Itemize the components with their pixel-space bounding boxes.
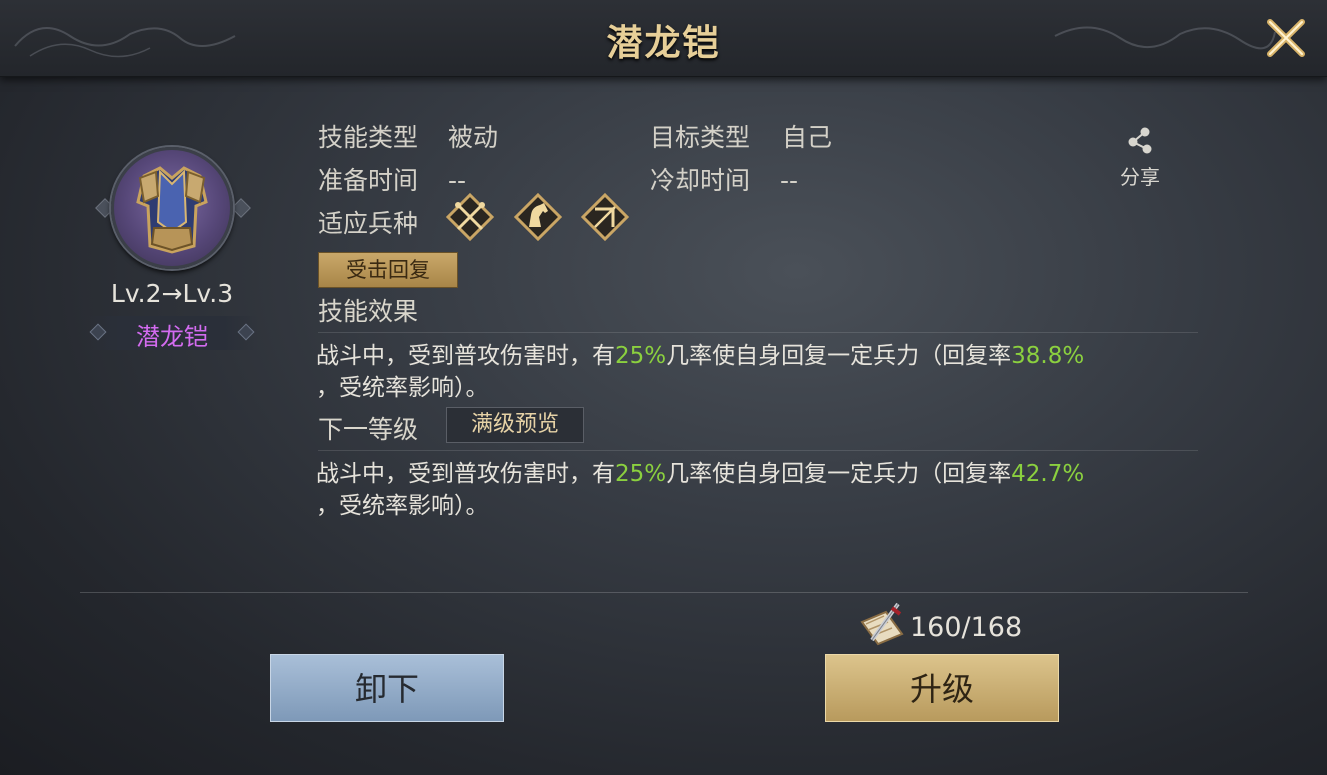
divider <box>318 332 1198 333</box>
target-type-value: 自己 <box>781 123 832 152</box>
effect-chance: 25% <box>615 343 667 369</box>
prep-time-label: 准备时间 <box>318 166 419 195</box>
prep-time-row: 准备时间 -- <box>318 161 466 197</box>
effect-text: 几率使自身回复一定兵力（回复率 <box>666 461 1012 487</box>
effect-text: 战斗中，受到普攻伤害时，有 <box>316 461 615 487</box>
effect-recovery-rate: 38.8% <box>1011 343 1085 369</box>
effect-text: 几率使自身回复一定兵力（回复率 <box>666 343 1012 369</box>
unit-type-label: 适应兵种 <box>318 209 419 238</box>
equipment-portrait <box>95 147 251 277</box>
max-level-preview-button[interactable]: 满级预览 <box>446 407 584 443</box>
close-button[interactable] <box>1258 10 1314 66</box>
page-title: 潜龙铠 <box>606 22 721 64</box>
target-type-row: 目标类型 自己 <box>650 118 832 154</box>
title-bar: 潜龙铠 <box>0 0 1327 77</box>
prep-time-value: -- <box>447 166 467 195</box>
skill-type-label: 技能类型 <box>318 123 419 152</box>
cooldown-row: 冷却时间 -- <box>650 161 798 197</box>
close-icon <box>1267 19 1305 57</box>
upgrade-button[interactable]: 升级 <box>825 654 1059 722</box>
horse-icon <box>514 193 562 241</box>
skill-type-row: 技能类型 被动 <box>318 118 498 154</box>
ornament-diamond <box>231 198 251 218</box>
next-level-heading: 下一等级 <box>318 415 419 444</box>
skill-type-value: 被动 <box>447 123 498 152</box>
effect-heading: 技能效果 <box>318 297 419 326</box>
effect-chance: 25% <box>615 461 667 487</box>
cost-value: 160/168 <box>910 612 1023 643</box>
cooldown-label: 冷却时间 <box>650 166 751 195</box>
effect-description: 战斗中，受到普攻伤害时，有25%几率使自身回复一定兵力（回复率38.8% ，受统… <box>316 340 1216 404</box>
armor-image <box>111 147 233 269</box>
effect-text: ，受统率影响）。 <box>316 493 489 519</box>
item-name-plate: 潜龙铠 <box>86 316 258 351</box>
effect-recovery-rate: 42.7% <box>1011 461 1085 487</box>
level-progress: Lv.2→Lv.3 <box>110 279 234 308</box>
effect-text: ，受统率影响）。 <box>316 375 489 401</box>
unequip-button[interactable]: 卸下 <box>270 654 504 722</box>
divider <box>318 450 1198 451</box>
bow-icon <box>581 193 629 241</box>
target-type-label: 目标类型 <box>650 123 751 152</box>
unit-type-row: 适应兵种 <box>318 204 418 240</box>
effect-tag: 受击回复 <box>318 252 458 288</box>
scroll-sword-icon <box>860 602 904 646</box>
cooldown-value: -- <box>779 166 799 195</box>
armor-icon <box>136 166 208 254</box>
share-icon <box>1128 127 1152 154</box>
next-level-description: 战斗中，受到普攻伤害时，有25%几率使自身回复一定兵力（回复率42.7% ，受统… <box>316 458 1216 522</box>
item-name: 潜龙铠 <box>136 323 208 351</box>
crossed-spears-icon <box>446 193 494 241</box>
share-label: 分享 <box>1120 165 1160 189</box>
share-button[interactable]: 分享 <box>1112 125 1168 190</box>
footer-divider <box>80 592 1248 593</box>
effect-text: 战斗中，受到普攻伤害时，有 <box>316 343 615 369</box>
